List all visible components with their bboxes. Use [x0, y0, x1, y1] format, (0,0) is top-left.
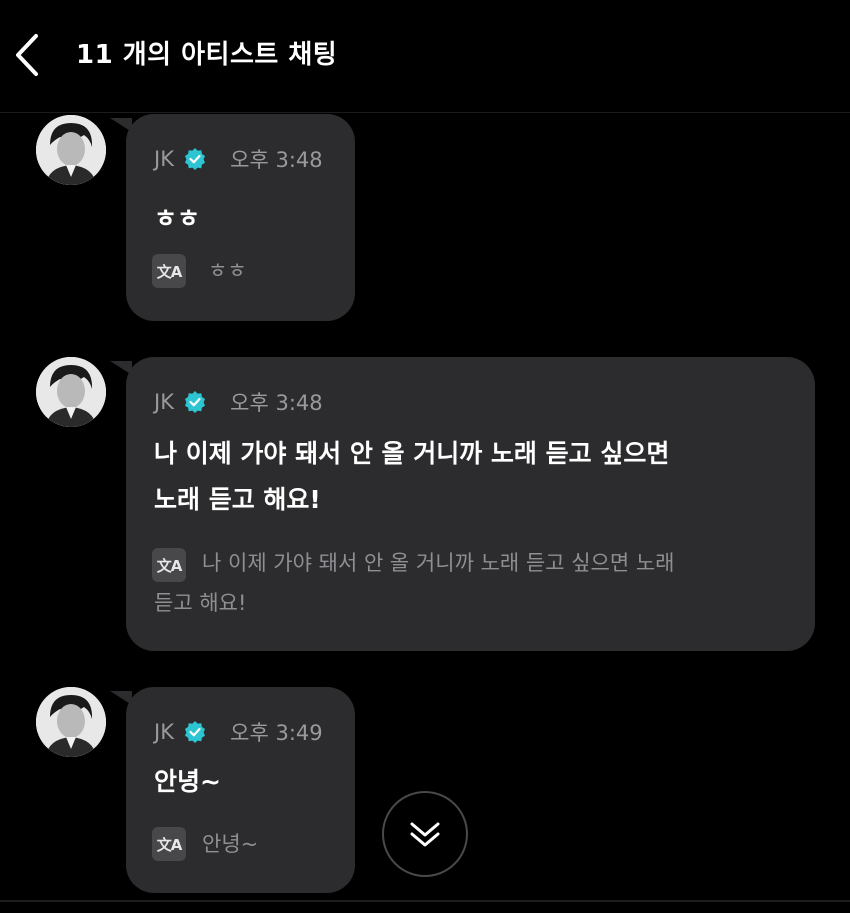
translated-text-line: 듣고 해요! — [154, 591, 247, 615]
message-bubble: JK 오후 3:48 나 이제 가야 돼서 안 올 거니까 노래 듣고 싶으면 … — [110, 357, 815, 651]
message-text-line: 나 이제 가야 돼서 안 올 거니까 노래 듣고 싶으면 — [154, 439, 670, 468]
message-time: 오후 3:48 — [230, 148, 323, 172]
translated-text: ㅎㅎ — [208, 259, 247, 283]
chevron-left-icon — [16, 34, 38, 76]
divider — [0, 900, 850, 902]
translate-icon[interactable]: 文A — [152, 827, 186, 861]
verified-badge-icon — [185, 148, 206, 170]
message-meta: JK 오후 3:49 — [154, 717, 323, 745]
message-time: 오후 3:49 — [230, 721, 323, 745]
avatar[interactable] — [36, 115, 106, 185]
translate-icon[interactable]: 文A — [152, 254, 186, 288]
double-chevron-down-icon — [410, 822, 440, 847]
page-title: 11 개의 아티스트 채팅 — [76, 40, 338, 70]
bubble-tail — [110, 691, 132, 705]
verified-badge-icon — [185, 391, 206, 413]
message-bubble: JK 오후 3:49 안녕~ 文A 안녕~ — [110, 687, 355, 893]
message-text-line: 노래 듣고 해요! — [154, 485, 321, 514]
avatar-portrait — [36, 357, 106, 427]
translated-text-line: 나 이제 가야 돼서 안 올 거니까 노래 듣고 싶으면 노래 — [202, 551, 675, 575]
message-text: 나 이제 가야 돼서 안 올 거니까 노래 듣고 싶으면 노래 듣고 해요! — [154, 431, 669, 523]
verified-badge-icon — [185, 721, 206, 743]
message-text: 안녕~ — [154, 767, 221, 796]
message-meta: JK 오후 3:48 — [154, 387, 323, 415]
scroll-to-bottom-button[interactable] — [382, 791, 468, 877]
chat-screen: 11 개의 아티스트 채팅 JK 오후 3:48 ㅎㅎ 文A ㅎㅎ JK 오후 … — [0, 0, 850, 913]
avatar[interactable] — [36, 687, 106, 757]
back-button[interactable] — [10, 30, 50, 80]
header-bar: 11 개의 아티스트 채팅 — [0, 0, 850, 113]
message-bubble: JK 오후 3:48 ㅎㅎ 文A ㅎㅎ — [110, 114, 355, 321]
translated-text: 나 이제 가야 돼서 안 올 거니까 노래 듣고 싶으면 노래 듣고 해요! — [154, 543, 675, 623]
avatar[interactable] — [36, 357, 106, 427]
bubble-tail — [110, 361, 132, 375]
message-text: ㅎㅎ — [154, 204, 201, 233]
translate-icon[interactable]: 文A — [152, 548, 186, 582]
avatar-portrait — [36, 687, 106, 757]
message-meta: JK 오후 3:48 — [154, 144, 323, 172]
translated-text: 안녕~ — [202, 832, 259, 856]
message-time: 오후 3:48 — [230, 391, 323, 415]
bubble-tail — [110, 118, 132, 132]
sender-name: JK — [154, 390, 174, 414]
sender-name: JK — [154, 720, 174, 744]
avatar-portrait — [36, 115, 106, 185]
sender-name: JK — [154, 147, 174, 171]
